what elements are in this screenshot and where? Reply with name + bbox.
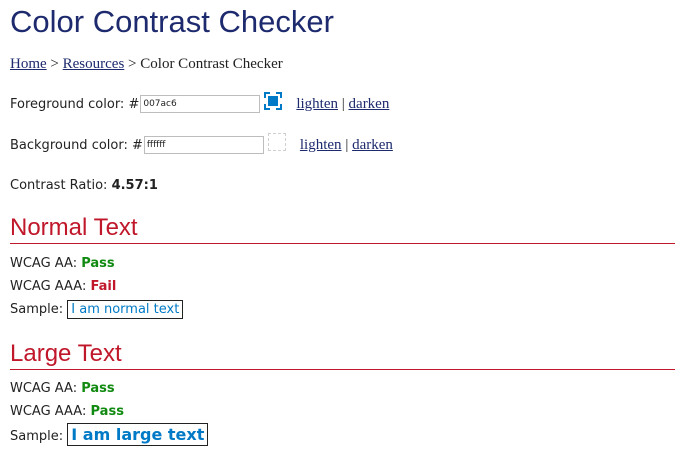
background-lighten-link[interactable]: lighten <box>300 137 342 153</box>
normal-text-heading: Normal Text <box>10 214 675 244</box>
foreground-color-input[interactable] <box>140 95 261 113</box>
normal-text-sample: I am normal text <box>67 300 184 319</box>
foreground-color-row: Foreground color: # lighten | darken <box>10 92 389 113</box>
background-color-label: Background color: # <box>10 137 143 153</box>
contrast-ratio-label: Contrast Ratio: <box>10 178 112 193</box>
wcag-aa-label: WCAG AA: <box>10 256 82 271</box>
pass-badge: Pass <box>90 404 124 419</box>
page-title: Color Contrast Checker <box>10 4 334 39</box>
sample-label: Sample: <box>10 429 68 444</box>
link-divider: | <box>341 95 345 112</box>
large-aaa-result: WCAG AAA: Pass <box>10 404 124 419</box>
page: Color Contrast Checker Home > Resources … <box>0 0 675 463</box>
foreground-adjust-links: lighten | darken <box>296 96 389 113</box>
large-sample-row: Sample: I am large text <box>10 423 209 446</box>
breadcrumb-resources-link[interactable]: Resources <box>63 56 125 72</box>
sample-label: Sample: <box>10 302 68 317</box>
breadcrumb-current: Color Contrast Checker <box>140 56 283 72</box>
background-color-row: Background color: # lighten | darken <box>10 133 393 154</box>
background-color-input[interactable] <box>143 136 264 154</box>
normal-sample-row: Sample: I am normal text <box>10 300 184 319</box>
foreground-darken-link[interactable]: darken <box>349 96 390 112</box>
breadcrumb-home-link[interactable]: Home <box>10 56 47 72</box>
normal-aa-result: WCAG AA: Pass <box>10 256 115 271</box>
contrast-ratio-value: 4.57:1 <box>111 178 158 193</box>
foreground-lighten-link[interactable]: lighten <box>296 96 338 112</box>
normal-aaa-result: WCAG AAA: Fail <box>10 279 116 294</box>
foreground-color-swatch[interactable] <box>264 92 283 110</box>
background-adjust-links: lighten | darken <box>300 137 393 154</box>
fail-badge: Fail <box>90 279 117 294</box>
wcag-aaa-label: WCAG AAA: <box>10 279 91 294</box>
background-color-swatch[interactable] <box>267 133 286 151</box>
background-darken-link[interactable]: darken <box>352 137 393 153</box>
large-aa-result: WCAG AA: Pass <box>10 381 115 396</box>
foreground-color-label: Foreground color: # <box>10 96 140 112</box>
pass-badge: Pass <box>81 256 115 271</box>
wcag-aa-label: WCAG AA: <box>10 381 82 396</box>
pass-badge: Pass <box>81 381 115 396</box>
link-divider: | <box>345 136 349 153</box>
large-text-heading: Large Text <box>10 340 675 370</box>
foreground-swatch-fill <box>268 96 279 106</box>
contrast-ratio: Contrast Ratio: 4.57:1 <box>10 178 158 193</box>
breadcrumb-separator: > <box>124 56 141 72</box>
wcag-aaa-label: WCAG AAA: <box>10 404 91 419</box>
large-text-sample: I am large text <box>67 423 209 446</box>
breadcrumb-separator: > <box>46 56 63 72</box>
breadcrumb: Home > Resources > Color Contrast Checke… <box>10 56 283 73</box>
